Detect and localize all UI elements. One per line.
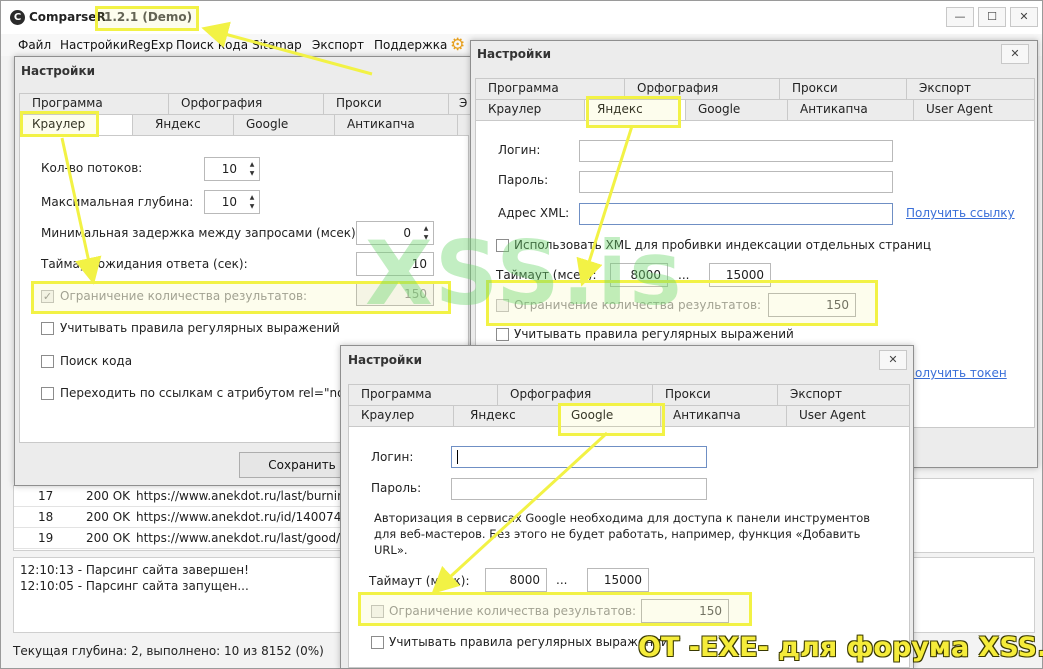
- arrow-crawler-to-limit: [60, 137, 102, 285]
- forum-caption: ОТ -EXE- для форума XSS.IS: [638, 632, 1043, 663]
- annotation-arrows: [60, 21, 634, 595]
- arrow-google-to-limit: [431, 431, 609, 595]
- watermark: XSS.is: [365, 222, 684, 325]
- arrow-to-version: [201, 21, 373, 76]
